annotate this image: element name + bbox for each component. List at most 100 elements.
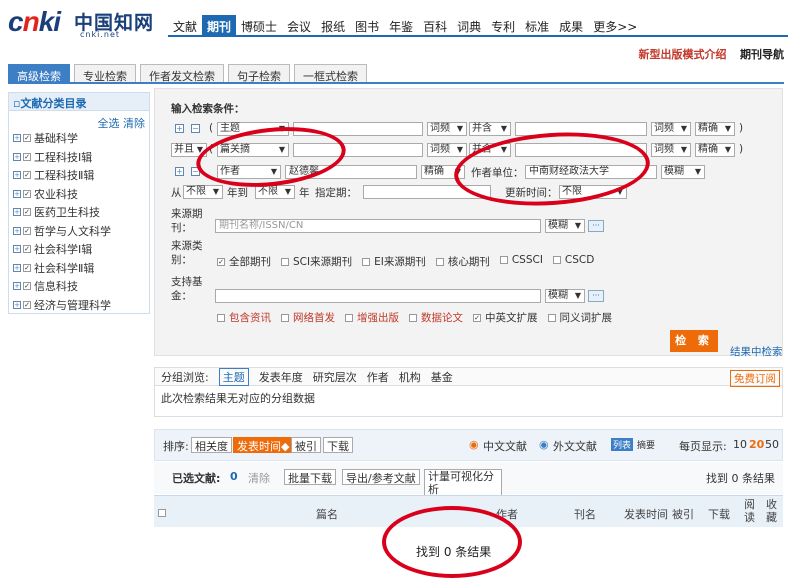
batch-download-button[interactable]: 批量下载: [284, 469, 336, 485]
category-checkbox[interactable]: ✓: [23, 263, 31, 272]
extension-option[interactable]: 网络首发: [281, 310, 335, 325]
category-item[interactable]: + ✓ 哲学与人文科学: [9, 222, 149, 241]
select-all-link[interactable]: 全选: [98, 117, 120, 130]
category-item[interactable]: + ✓ 基础科学: [9, 129, 149, 148]
group-tab[interactable]: 主题: [218, 367, 249, 386]
extension-option[interactable]: 数据论文: [409, 310, 463, 325]
tab-2[interactable]: 作者发文检索: [140, 64, 224, 83]
group-tab[interactable]: 作者: [367, 369, 389, 385]
source-cat-option[interactable]: ✓ 全部期刊: [217, 254, 271, 269]
cnki-logo[interactable]: cnki 中国知网 cnki.net: [8, 6, 158, 40]
add-author-icon[interactable]: +: [175, 167, 184, 176]
nav-item[interactable]: 期刊: [202, 15, 237, 35]
group-tab[interactable]: 机构: [399, 369, 421, 385]
zh-docs-link[interactable]: 中文文献: [483, 438, 527, 454]
en-docs-icon[interactable]: ◉: [539, 438, 549, 451]
search-in-results-link[interactable]: 结果中检索: [730, 344, 783, 359]
col-downloads[interactable]: 下载: [708, 506, 730, 522]
source-more-icon[interactable]: ···: [588, 220, 604, 232]
year-from-select[interactable]: 不限 ▼: [183, 185, 223, 199]
expand-icon[interactable]: +: [13, 134, 21, 143]
source-cat-option[interactable]: 核心期刊: [435, 254, 490, 269]
select-all-checkbox[interactable]: [158, 506, 170, 519]
expand-icon[interactable]: +: [13, 282, 21, 291]
tab-0[interactable]: 高级检索: [8, 64, 70, 83]
group-tab[interactable]: 基金: [431, 369, 453, 385]
category-checkbox[interactable]: ✓: [23, 226, 31, 235]
nav-item[interactable]: 会议: [282, 15, 316, 35]
expand-icon[interactable]: +: [13, 263, 21, 272]
expand-icon[interactable]: +: [13, 226, 21, 235]
sort-citations[interactable]: 被引: [291, 437, 321, 453]
category-item[interactable]: + ✓ 社会科学Ⅰ辑: [9, 240, 149, 259]
expand-icon[interactable]: +: [13, 245, 21, 254]
category-checkbox[interactable]: ✓: [23, 152, 31, 161]
nav-item[interactable]: 报纸: [316, 15, 350, 35]
row2-freq2-select[interactable]: 词频 ▼: [651, 143, 691, 157]
category-checkbox[interactable]: ✓: [23, 134, 31, 143]
row1-freq-select[interactable]: 词频 ▼: [427, 122, 467, 136]
clear-link[interactable]: 清除: [123, 117, 145, 130]
expand-icon[interactable]: +: [13, 189, 21, 198]
nav-item[interactable]: 成果: [554, 15, 588, 35]
group-tab[interactable]: 研究层次: [313, 369, 357, 385]
category-item[interactable]: + ✓ 社会科学Ⅱ辑: [9, 259, 149, 278]
category-item[interactable]: + ✓ 工程科技Ⅱ辑: [9, 166, 149, 185]
expand-icon[interactable]: +: [13, 208, 21, 217]
sort-relevance[interactable]: 相关度: [191, 437, 232, 453]
nav-item[interactable]: 百科: [418, 15, 452, 35]
list-view-button[interactable]: 列表: [611, 438, 634, 451]
source-cat-option[interactable]: SCI来源期刊: [281, 254, 352, 269]
category-item[interactable]: + ✓ 医药卫生科技: [9, 203, 149, 222]
nav-item[interactable]: 年鉴: [384, 15, 418, 35]
sort-date[interactable]: 发表时间◆: [233, 437, 294, 453]
tab-4[interactable]: 一框式检索: [294, 64, 367, 83]
category-item[interactable]: + ✓ 经济与管理科学: [9, 296, 149, 315]
export-button[interactable]: 导出/参考文献: [342, 469, 420, 485]
category-checkbox[interactable]: ✓: [23, 282, 31, 291]
year-to-select[interactable]: 不限 ▼: [255, 185, 295, 199]
category-checkbox[interactable]: ✓: [23, 245, 31, 254]
nav-item[interactable]: 词典: [452, 15, 486, 35]
row1-freq2-select[interactable]: 词频 ▼: [651, 122, 691, 136]
source-match-select[interactable]: 模糊 ▼: [545, 219, 585, 233]
col-read[interactable]: 阅读: [744, 498, 758, 524]
source-cat-option[interactable]: CSSCI: [499, 254, 543, 269]
extension-option[interactable]: 包含资讯: [217, 310, 271, 325]
free-subscribe-button[interactable]: 免费订阅: [730, 370, 780, 387]
abstract-view-button[interactable]: 摘要: [637, 438, 655, 451]
visual-analysis-button[interactable]: 计量可视化分析: [424, 469, 502, 497]
fund-match-select[interactable]: 模糊 ▼: [545, 289, 585, 303]
col-favorite[interactable]: 收藏: [766, 498, 780, 524]
new-mode-link[interactable]: 新型出版模式介绍: [639, 48, 727, 61]
per-page-50[interactable]: 50: [765, 438, 779, 451]
fund-input[interactable]: [215, 289, 541, 303]
add-row-icon[interactable]: +: [175, 124, 184, 133]
category-checkbox[interactable]: ✓: [23, 208, 31, 217]
expand-icon[interactable]: +: [13, 152, 21, 161]
clear-selected-link[interactable]: 清除: [248, 470, 270, 486]
nav-item[interactable]: 文献: [168, 15, 202, 35]
row1-op-select[interactable]: 并含 ▼: [469, 122, 511, 136]
category-title[interactable]: ▫文献分类目录: [9, 93, 149, 111]
journal-guide-link[interactable]: 期刊导航: [740, 48, 784, 61]
extension-option[interactable]: ✓ 中英文扩展: [473, 310, 538, 325]
source-cat-option[interactable]: CSCD: [552, 254, 594, 269]
fund-more-icon[interactable]: ···: [588, 290, 604, 302]
expand-icon[interactable]: +: [13, 300, 21, 309]
search-button[interactable]: 检 索: [670, 330, 718, 352]
row2-match-select[interactable]: 精确 ▼: [695, 143, 735, 157]
category-item[interactable]: + ✓ 农业科技: [9, 185, 149, 204]
category-checkbox[interactable]: ✓: [23, 300, 31, 309]
nav-item[interactable]: 标准: [520, 15, 554, 35]
col-title[interactable]: 篇名: [316, 506, 338, 522]
col-cited[interactable]: 被引: [672, 506, 694, 522]
category-item[interactable]: + ✓ 工程科技Ⅰ辑: [9, 148, 149, 167]
category-checkbox[interactable]: ✓: [23, 171, 31, 180]
sort-downloads[interactable]: 下载: [323, 437, 353, 453]
per-page-10[interactable]: 10: [733, 438, 747, 451]
zh-docs-icon[interactable]: ◉: [469, 438, 479, 451]
category-item[interactable]: + ✓ 信息科技: [9, 277, 149, 296]
unit-match-select[interactable]: 模糊 ▼: [661, 165, 705, 179]
source-input[interactable]: 期刊名称/ISSN/CN: [215, 219, 541, 233]
